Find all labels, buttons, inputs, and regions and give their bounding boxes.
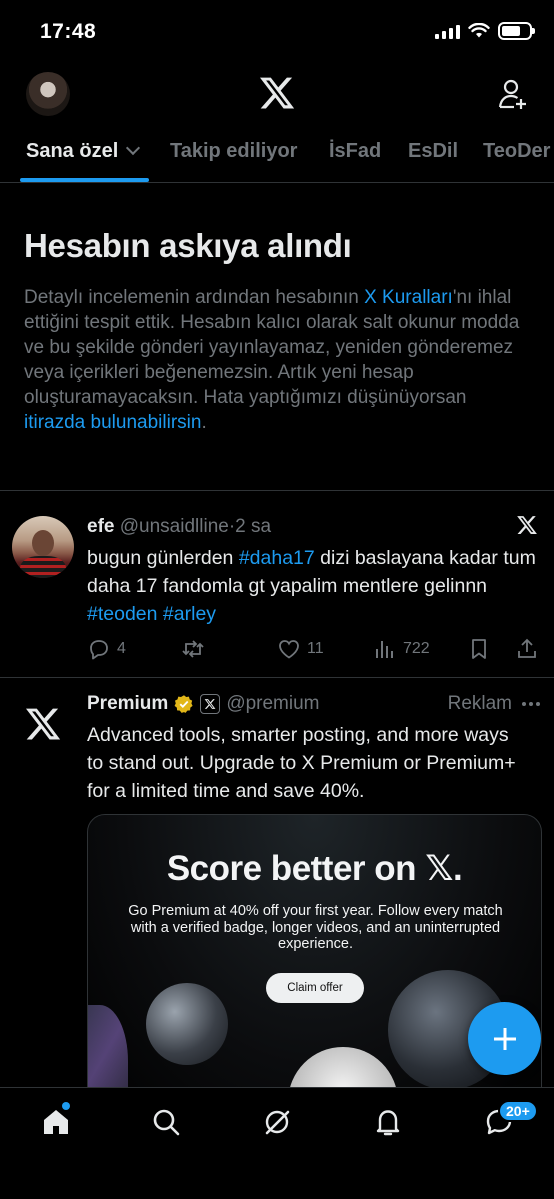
- promo-decoration: [88, 1005, 128, 1089]
- wifi-icon: [468, 23, 490, 38]
- x-logo-icon: [517, 516, 537, 534]
- ad-header: Premium @premium: [87, 693, 320, 715]
- hashtag-link[interactable]: #arley: [163, 603, 216, 625]
- post-text-part: bugun günlerden: [87, 547, 239, 569]
- claim-offer-button[interactable]: Claim offer: [266, 973, 364, 1003]
- views-icon: [376, 641, 393, 658]
- bookmark-button[interactable]: [467, 637, 491, 661]
- plus-icon: [493, 1027, 516, 1050]
- reply-icon: [90, 640, 108, 660]
- x-logo-icon[interactable]: [258, 74, 296, 112]
- repost-button[interactable]: [181, 637, 211, 661]
- suspension-notice: Hesabın askıya alındı Detaylı incelemeni…: [0, 183, 554, 491]
- grok-icon[interactable]: [261, 1106, 293, 1138]
- timeline-tabs: Sana özel Takip ediliyor İsFad EsDil Teo…: [0, 126, 554, 183]
- heart-icon: [279, 640, 299, 659]
- post-author-name[interactable]: efe: [87, 516, 114, 537]
- ad-text: Advanced tools, smarter posting, and mor…: [87, 724, 516, 802]
- bookmark-icon: [472, 639, 486, 659]
- top-header: [0, 66, 554, 126]
- chevron-down-icon[interactable]: [126, 140, 141, 156]
- more-options-icon[interactable]: [522, 702, 540, 706]
- tab-following[interactable]: Takip ediliyor: [170, 140, 297, 163]
- post-actions: 4 11 722: [87, 637, 539, 661]
- status-bar: 17:48: [0, 0, 554, 66]
- ad-handle[interactable]: @premium: [226, 693, 319, 715]
- post[interactable]: efe @unsaidlline·2 sa bugun günlerden #d…: [0, 492, 554, 678]
- home-unread-dot: [62, 1102, 70, 1110]
- active-tab-indicator: [20, 178, 149, 182]
- views-count: 722: [403, 640, 430, 657]
- x-logo-icon[interactable]: [24, 705, 62, 743]
- compose-button[interactable]: [468, 1002, 541, 1075]
- bottom-nav: 20+: [0, 1087, 554, 1199]
- post-handle[interactable]: @unsaidlline: [120, 516, 229, 537]
- post-avatar[interactable]: [12, 516, 74, 578]
- tab-label: Sana özel: [26, 140, 119, 162]
- views-button[interactable]: 722: [373, 637, 430, 661]
- messages-badge: 20+: [498, 1100, 538, 1122]
- share-button[interactable]: [515, 637, 539, 661]
- tab-esdil[interactable]: EsDil: [408, 140, 458, 163]
- status-icons: [435, 22, 535, 40]
- ad-label: Reklam: [447, 693, 512, 714]
- promo-subtitle: Go Premium at 40% off your first year. F…: [128, 903, 503, 952]
- reply-button[interactable]: 4: [87, 637, 126, 661]
- hashtag-link[interactable]: #teoden: [87, 603, 158, 625]
- like-button[interactable]: 11: [277, 637, 324, 661]
- x-affiliate-badge-icon: [200, 694, 221, 714]
- like-count: 11: [307, 640, 324, 657]
- x-rules-link[interactable]: X Kuralları: [364, 287, 453, 308]
- repost-icon: [182, 640, 204, 658]
- add-user-icon[interactable]: [498, 78, 528, 110]
- ad-author-name[interactable]: Premium: [87, 693, 168, 715]
- avatar[interactable]: [26, 72, 70, 116]
- notifications-icon[interactable]: [372, 1106, 404, 1138]
- signal-icon: [435, 24, 460, 39]
- status-time: 17:48: [40, 20, 97, 43]
- reply-count: 4: [117, 640, 126, 657]
- tab-isfad[interactable]: İsFad: [329, 140, 381, 163]
- post-time: 2 sa: [235, 516, 272, 537]
- tab-teoder[interactable]: TeoDer: [483, 140, 550, 163]
- home-icon[interactable]: [40, 1106, 72, 1138]
- ad-label-area: Reklam: [448, 693, 540, 715]
- verified-badge-icon: [174, 695, 193, 713]
- notice-title: Hesabın askıya alındı: [24, 227, 352, 264]
- notice-body: Detaylı incelemenin ardından hesabının X…: [24, 285, 530, 435]
- hashtag-link[interactable]: #daha17: [239, 547, 315, 569]
- post-header: efe @unsaidlline·2 sa: [87, 516, 271, 538]
- notice-text: Detaylı incelemenin ardından hesabının: [24, 287, 365, 308]
- notice-text: .: [201, 412, 207, 433]
- promo-decoration: [146, 983, 228, 1065]
- post-text: bugun günlerden #daha17 dizi baslayana k…: [87, 544, 547, 628]
- tab-for-you[interactable]: Sana özel: [26, 140, 141, 163]
- share-icon: [518, 638, 536, 658]
- battery-icon: [498, 22, 535, 40]
- appeal-link[interactable]: itirazda bulunabilirsin: [24, 412, 201, 433]
- promo-title: Score better on 𝕏.: [166, 849, 463, 888]
- search-icon[interactable]: [150, 1106, 182, 1138]
- promo-decoration: [288, 1047, 398, 1089]
